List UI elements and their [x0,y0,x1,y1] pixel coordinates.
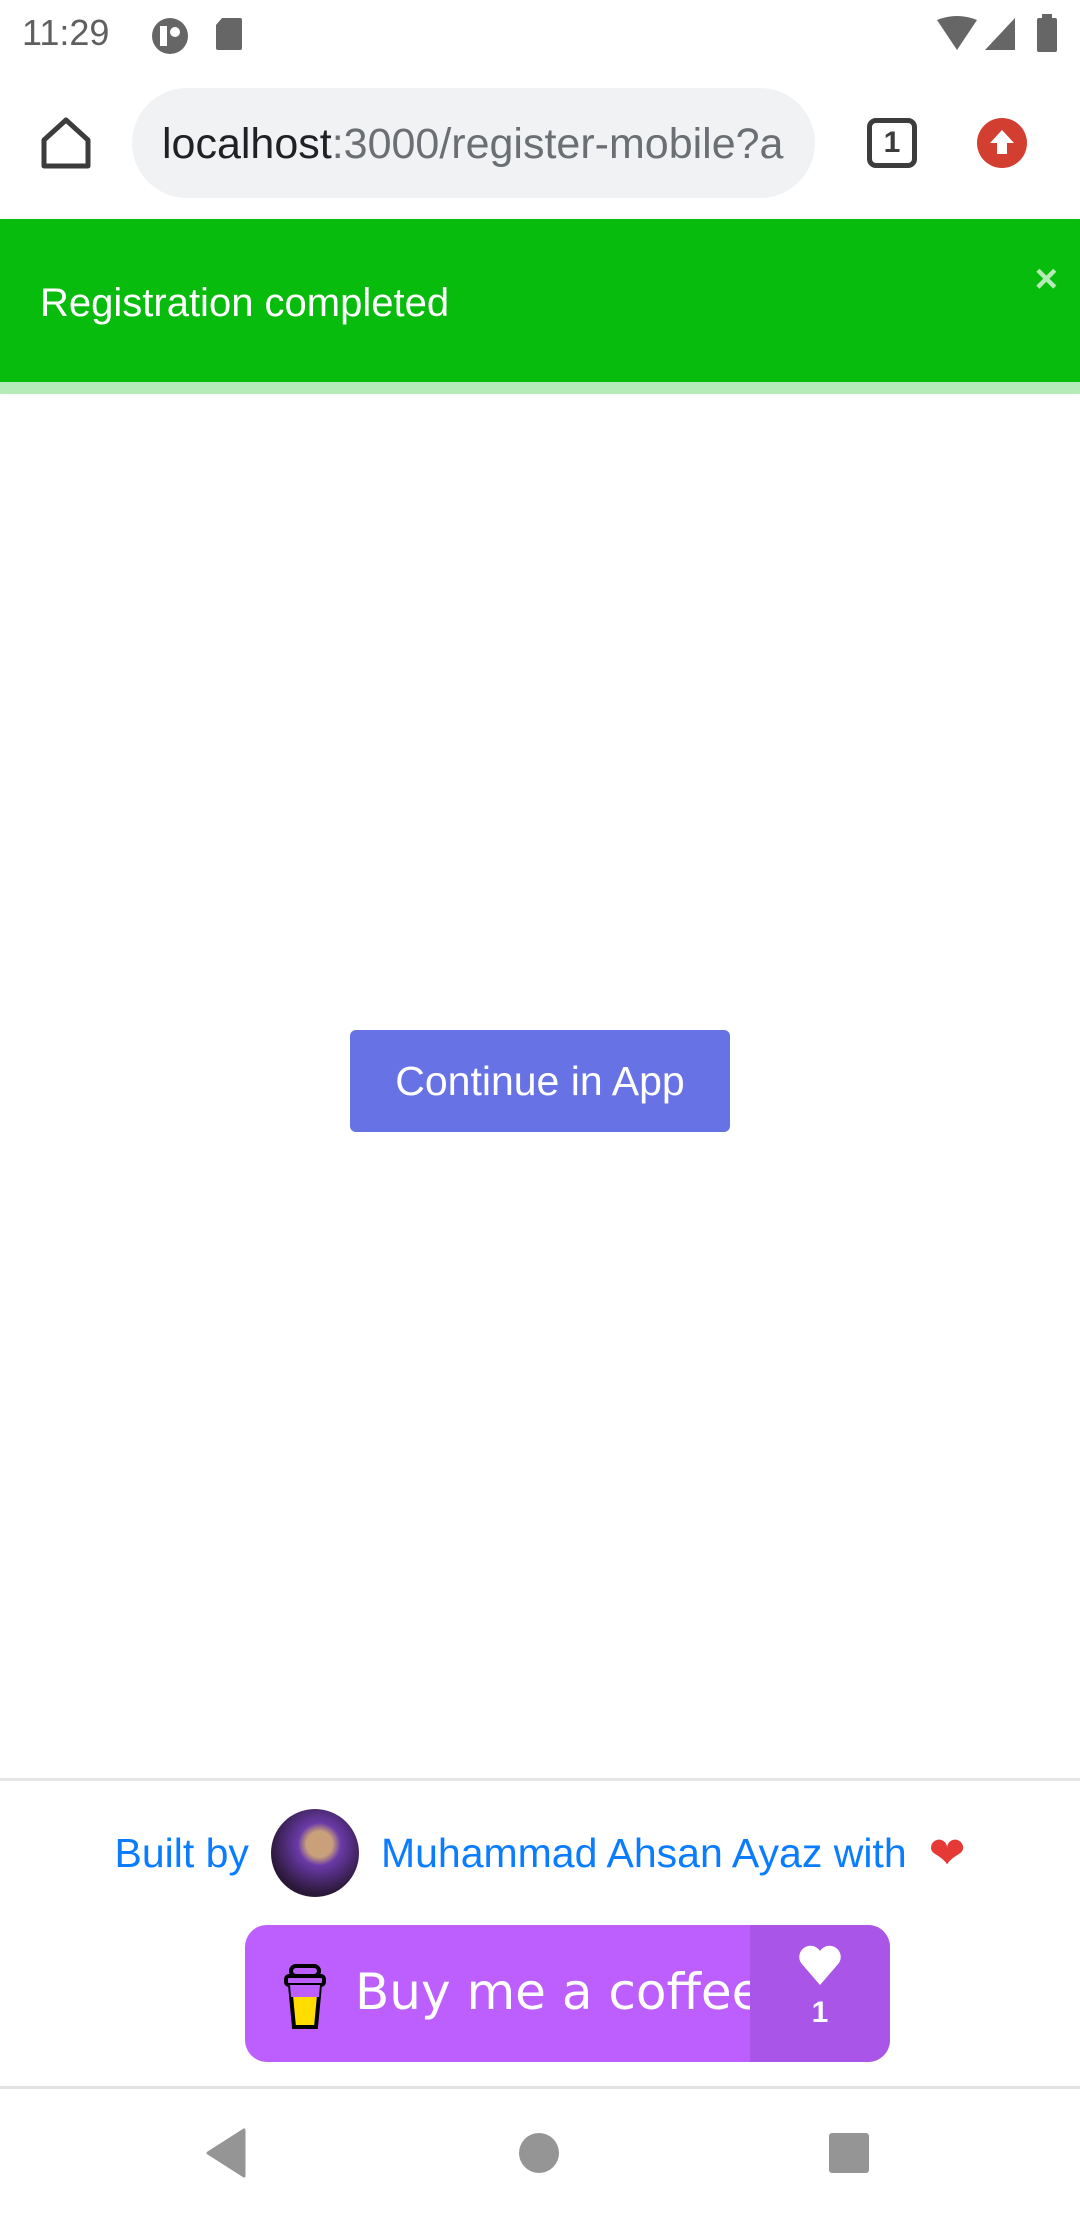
close-icon[interactable]: × [1035,257,1058,302]
url-host: localhost [162,120,332,168]
coffee-cup-icon [284,1964,326,2029]
update-icon[interactable] [977,118,1027,168]
sd-card-icon [216,18,242,50]
status-bar: 11:29 [0,0,1080,70]
bmc-count: 1 [811,1996,829,2029]
battery-icon [1037,14,1057,52]
toast-message: Registration completed [40,281,450,325]
url-path: :3000/register-mobile?a [331,120,784,168]
success-toast: Registration completed × [0,219,1080,382]
heart-icon: ❤ [928,1828,966,1878]
avatar[interactable] [270,1809,359,1897]
built-by-line: Built by Muhammad Ahsan Ayaz with ❤ [0,1808,1080,1898]
heart-icon [799,1945,841,1985]
recents-icon[interactable] [829,2133,869,2173]
notification-icon [152,18,188,54]
built-by-text: Built by [114,1829,249,1876]
divider [0,1778,1080,1781]
bmc-label: Buy me a coffee [355,1963,763,2021]
address-bar[interactable]: localhost:3000/register-mobile?a [132,88,815,198]
home-nav-icon[interactable] [519,2133,559,2173]
signal-icon [985,18,1015,50]
bmc-like-counter[interactable]: 1 [750,1925,890,2062]
toast-progress-bar [0,382,1080,394]
continue-in-app-button[interactable]: Continue in App [350,1030,730,1132]
wifi-icon [937,16,977,50]
tab-count: 1 [883,126,901,159]
back-icon[interactable] [204,2128,248,2178]
buy-me-a-coffee-button[interactable]: Buy me a coffee 1 [245,1925,890,2062]
divider [0,2086,1080,2089]
tab-switcher-button[interactable]: 1 [867,118,917,168]
author-link[interactable]: Muhammad Ahsan Ayaz with [381,1830,907,1877]
status-time: 11:29 [22,12,110,53]
home-icon[interactable] [40,116,92,170]
